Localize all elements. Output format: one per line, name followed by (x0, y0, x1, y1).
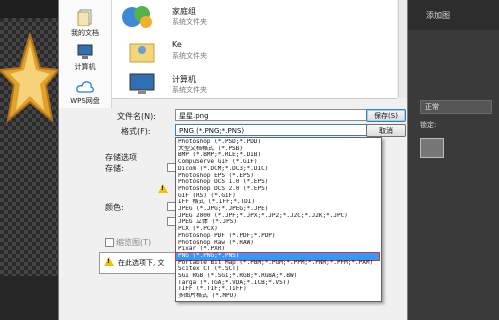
format-label: 格式(F): (121, 127, 151, 136)
warning-text: 在此选项下, 文 (118, 259, 165, 267)
format-option[interactable]: TIFF (*.TIF;*.TIFF) (176, 286, 379, 293)
sidebar-item-computer[interactable]: 计算机 (59, 44, 111, 72)
file-list: 家庭组 系统文件夹 Ke 系统文件夹 计算机 系统文件夹 (112, 0, 397, 99)
sidebar-item-documents[interactable]: 我的文档 (59, 8, 111, 38)
computer-icon (77, 44, 93, 59)
format-option[interactable]: Photoshop Raw (*.RAW) (176, 240, 379, 247)
homegroup-icon (122, 6, 152, 28)
add-layer-label: 添加图 (426, 11, 450, 20)
cancel-button[interactable]: 取消 (366, 124, 406, 137)
filename-label: 文件名(N): (117, 112, 156, 121)
file-type: 系统文件夹 (172, 52, 207, 60)
layer-thumbnail[interactable] (420, 138, 444, 158)
format-option[interactable]: Scitex CT (*.SCT) (176, 266, 379, 273)
save-button[interactable]: 保存(S) (366, 109, 406, 122)
format-option[interactable]: Portable Bit Map (*.PBM;*.PGM;*.PPM;*.PN… (176, 260, 379, 267)
format-option[interactable]: Photoshop DCS 1.0 (*.EPS) (176, 179, 379, 186)
star-image (0, 31, 58, 123)
format-option[interactable]: Photoshop DCS 2.0 (*.EPS) (176, 186, 379, 193)
file-name: Ke (172, 40, 182, 49)
thumbnail-label: 缩览图(T) (116, 238, 152, 247)
format-option[interactable]: JPEG 立体 (*.JPS) (176, 219, 379, 226)
list-item[interactable]: 家庭组 系统文件夹 (120, 4, 320, 30)
panel-header (406, 0, 499, 30)
format-option[interactable]: BMP (*.BMP;*.RLE;*.DIB) (176, 152, 379, 159)
format-select-value: PNG (*.PNG;*.PNS) (179, 127, 245, 135)
blend-mode-value: 正常 (425, 103, 439, 111)
format-option[interactable]: SGI RGB (*.SGI;*.RGB;*.RGBA;*.BW) (176, 273, 379, 280)
sidebar-item-label: WPS网盘 (70, 97, 100, 105)
format-option[interactable]: 大型文档格式 (*.PSB) (176, 146, 379, 153)
file-name: 计算机 (172, 75, 196, 84)
format-option[interactable]: Photoshop (*.PSD;*.PDD) (176, 139, 379, 146)
format-option[interactable]: CompuServe GIF (*.GIF) (176, 159, 379, 166)
places-sidebar: 我的文档 计算机 WPS网盘 (59, 0, 112, 108)
format-option[interactable]: 多图片格式 (*.MPO) (176, 293, 379, 300)
format-option[interactable]: Dicom (*.DCM;*.DC3;*.DIC) (176, 166, 379, 173)
lock-label: 锁定: (420, 121, 437, 129)
format-option[interactable]: GIF (RS) (*.GIF) (176, 193, 379, 200)
format-option[interactable]: Targa (*.TGA;*.VDA;*.ICB;*.VST) (176, 280, 379, 287)
save-as-dialog: 我的文档 计算机 WPS网盘 家庭组 系统文件夹 Ke 系统文件夹 计算机 系统… (58, 0, 408, 320)
format-option[interactable]: Photoshop EPS (*.EPS) (176, 173, 379, 180)
format-option[interactable]: IFF 格式 (*.IFF;*.TDI) (176, 199, 379, 206)
format-option[interactable]: Photoshop PDF (*.PDF;*.PDP) (176, 233, 379, 240)
blend-mode-select[interactable]: 正常 (420, 100, 492, 114)
warning-icon (158, 184, 168, 193)
ps-panels: 添加图 正常 锁定: (406, 0, 499, 320)
warning-icon (104, 257, 114, 266)
format-dropdown-list[interactable]: Photoshop (*.PSD;*.PDD) 大型文档格式 (*.PSB) BMP… (175, 137, 382, 302)
format-option[interactable]: PNG (*.PNG;*.PNS) (175, 251, 380, 261)
computer-icon (129, 73, 155, 94)
workspace-bottom (0, 276, 58, 320)
sidebar-item-wps-cloud[interactable]: WPS网盘 (59, 80, 111, 106)
vertical-scrollbar[interactable] (398, 0, 407, 98)
thumbnail-checkbox[interactable] (105, 238, 114, 247)
list-item[interactable]: Ke 系统文件夹 (120, 38, 320, 64)
format-option[interactable]: Pixar (*.PXR) (176, 246, 379, 253)
format-option[interactable]: PCX (*.PCX) (176, 226, 379, 233)
cloud-icon (76, 81, 94, 93)
format-option[interactable]: JPEG (*.JPG;*.JPEG;*.JPE) (176, 206, 379, 213)
format-option[interactable]: JPEG 2000 (*.JPF;*.JPX;*.JP2;*.J2C;*.J2K… (176, 213, 379, 220)
storage-label: 存储: (105, 164, 124, 173)
color-label: 颜色: (105, 203, 124, 212)
documents-icon (77, 9, 92, 26)
sidebar-item-label: 我的文档 (71, 29, 99, 37)
sidebar-item-label: 计算机 (74, 63, 96, 71)
file-name: 家庭组 (172, 7, 196, 16)
file-type: 系统文件夹 (172, 86, 207, 94)
storage-options-title: 存储选项 (105, 153, 137, 162)
list-item[interactable]: 计算机 系统文件夹 (120, 72, 320, 98)
file-type: 系统文件夹 (172, 18, 207, 26)
user-folder-icon (129, 43, 155, 63)
format-select[interactable]: PNG (*.PNG;*.PNS) ▼ (175, 124, 380, 136)
warning-bar: 在此选项下, 文 (99, 252, 179, 274)
filename-input[interactable]: 星星.png (175, 109, 380, 121)
